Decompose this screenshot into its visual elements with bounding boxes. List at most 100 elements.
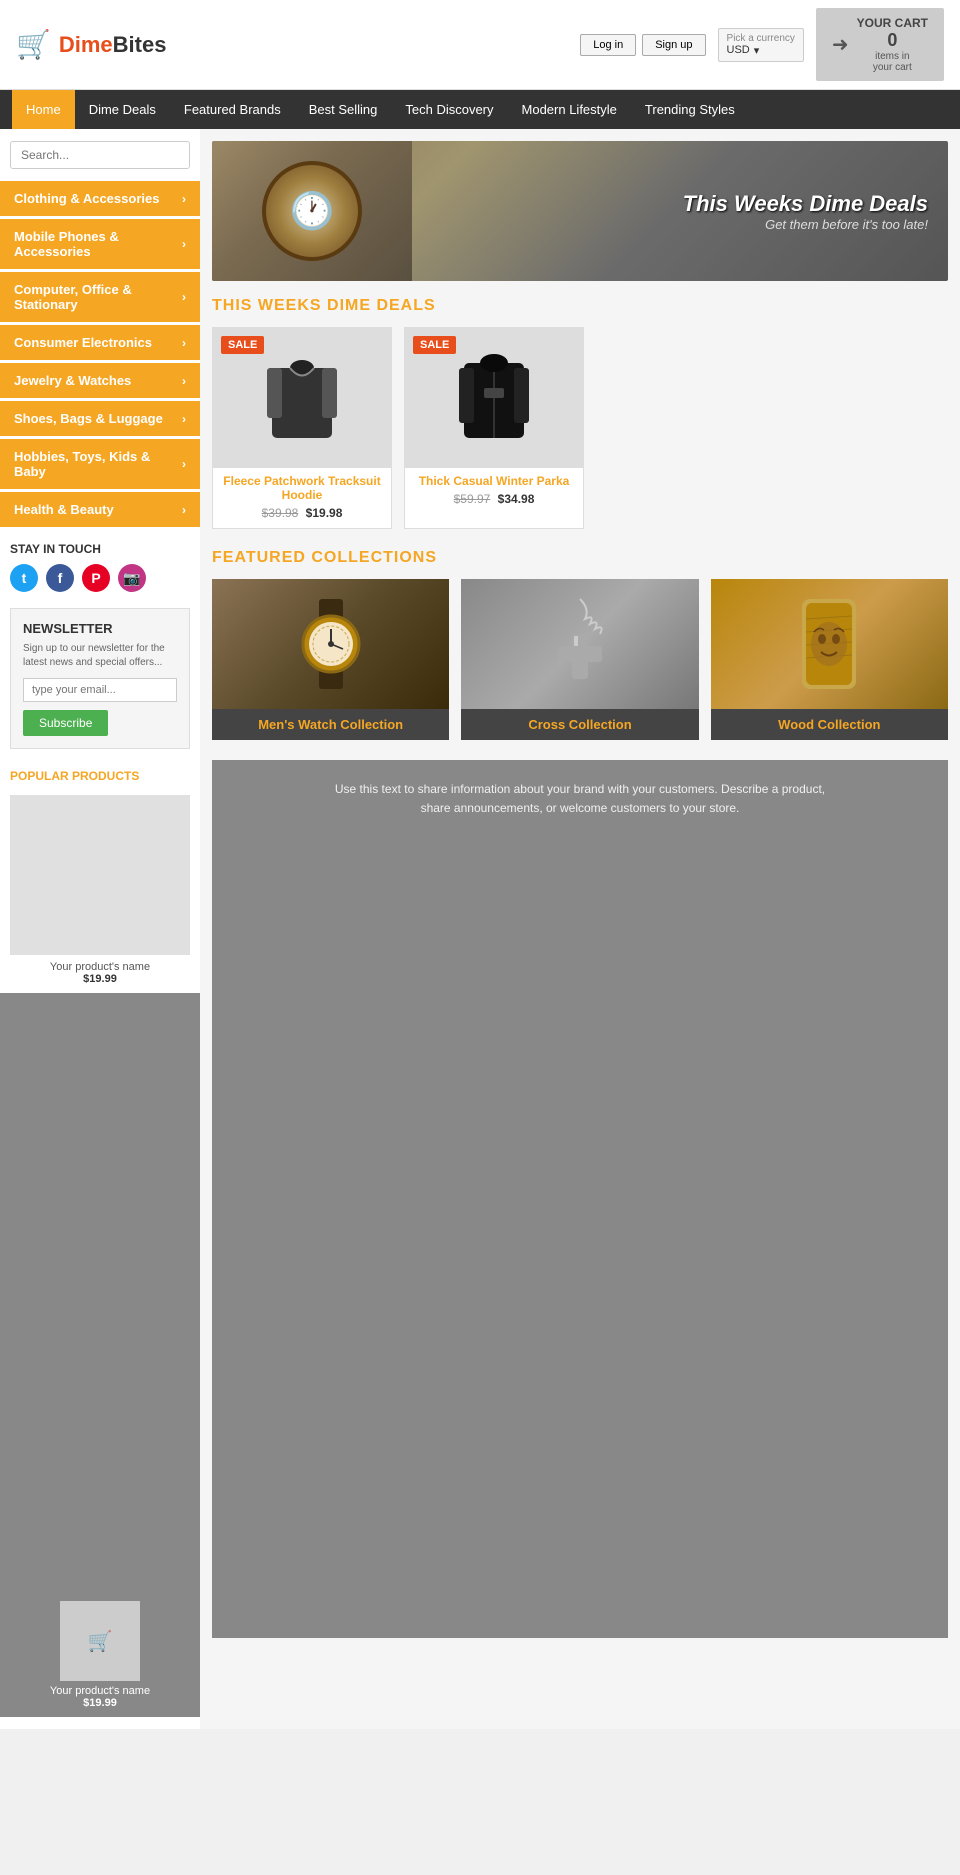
- deal-card-1[interactable]: SALE Fleece Patchwork Tracksuit Hoodie $…: [212, 327, 392, 529]
- social-icons: t f P 📷: [10, 564, 190, 592]
- sidebar-item-label: Computer, Office & Stationary: [14, 282, 182, 312]
- deal-old-price-2: $59.97: [454, 492, 491, 506]
- sidebar-item-label: Consumer Electronics: [14, 335, 152, 350]
- deal-name-2: Thick Casual Winter Parka: [405, 468, 583, 492]
- deals-grid: SALE Fleece Patchwork Tracksuit Hoodie $…: [212, 327, 948, 529]
- deal-new-price-2: $34.98: [498, 492, 535, 506]
- collection-img-watch: [212, 579, 449, 709]
- pinterest-icon[interactable]: P: [82, 564, 110, 592]
- deal-old-price-1: $39.98: [262, 506, 299, 520]
- currency-box[interactable]: Pick a currency USD ▾: [718, 28, 804, 62]
- sidebar-item-electronics[interactable]: Consumer Electronics ›: [0, 325, 200, 360]
- currency-chevron-icon: ▾: [754, 44, 760, 57]
- hero-clock-bg: 🕐: [212, 141, 412, 281]
- collection-card-watch[interactable]: Men's Watch Collection: [212, 579, 449, 740]
- chevron-right-icon: ›: [182, 457, 186, 471]
- stay-in-touch-section: STAY IN TOUCH t f P 📷: [0, 530, 200, 596]
- chevron-right-icon: ›: [182, 374, 186, 388]
- sidebar: Clothing & Accessories › Mobile Phones &…: [0, 129, 200, 1729]
- currency-label: Pick a currency: [727, 33, 795, 44]
- sidebar-item-label: Health & Beauty: [14, 502, 114, 517]
- info-line2: share announcements, or welcome customer…: [232, 799, 928, 818]
- collection-img-cross: [461, 579, 698, 709]
- cart-arrow-icon: ➜: [832, 32, 849, 57]
- sidebar-item-mobile[interactable]: Mobile Phones & Accessories ›: [0, 219, 200, 269]
- product-image-placeholder-1: [10, 795, 190, 955]
- currency-value: USD: [727, 44, 750, 56]
- sidebar-item-computer[interactable]: Computer, Office & Stationary ›: [0, 272, 200, 322]
- currency-select[interactable]: USD ▾: [727, 44, 795, 57]
- chevron-right-icon: ›: [182, 412, 186, 426]
- nav-modern-lifestyle[interactable]: Modern Lifestyle: [508, 90, 631, 129]
- facebook-icon[interactable]: f: [46, 564, 74, 592]
- newsletter-box: NEWSLETTER Sign up to our newsletter for…: [10, 608, 190, 749]
- search-box: [10, 141, 190, 169]
- top-bar: 🛒 DimeBites Log in Sign up Pick a curren…: [0, 0, 960, 90]
- nav-trending-styles[interactable]: Trending Styles: [631, 90, 749, 129]
- sale-badge-1: SALE: [221, 336, 264, 354]
- nav-dime-deals[interactable]: Dime Deals: [75, 90, 170, 129]
- deal-name-1: Fleece Patchwork Tracksuit Hoodie: [213, 468, 391, 506]
- collection-label-watch: Men's Watch Collection: [212, 709, 449, 740]
- sale-badge-2: SALE: [413, 336, 456, 354]
- newsletter-description: Sign up to our newsletter for the latest…: [23, 642, 177, 670]
- nav-tech-discovery[interactable]: Tech Discovery: [391, 90, 507, 129]
- sidebar-item-jewelry[interactable]: Jewelry & Watches ›: [0, 363, 200, 398]
- collections-grid: Men's Watch Collection Cross Collection: [212, 579, 948, 740]
- nav-best-selling[interactable]: Best Selling: [295, 90, 392, 129]
- hero-text: This Weeks Dime Deals Get them before it…: [683, 191, 948, 232]
- subscribe-button[interactable]: Subscribe: [23, 710, 108, 736]
- cart-logo-icon: 🛒: [16, 28, 51, 61]
- deal-prices-1: $39.98 $19.98: [213, 506, 391, 528]
- logo-bites: Bites: [113, 32, 167, 57]
- product-price-1: $19.99: [10, 973, 190, 985]
- search-input[interactable]: [10, 141, 190, 169]
- collection-label-cross: Cross Collection: [461, 709, 698, 740]
- cart-title: YOUR CART: [857, 16, 928, 30]
- content-bottom-placeholder: [212, 838, 948, 1638]
- popular-product-2-area: 🛒 Your product's name $19.99: [0, 1593, 200, 1717]
- newsletter-input[interactable]: [23, 678, 177, 702]
- chevron-right-icon: ›: [182, 237, 186, 251]
- sidebar-item-label: Jewelry & Watches: [14, 373, 131, 388]
- content-area: 🕐 This Weeks Dime Deals Get them before …: [200, 129, 960, 1729]
- sidebar-item-label: Hobbies, Toys, Kids & Baby: [14, 449, 182, 479]
- stay-in-touch-title: STAY IN TOUCH: [10, 542, 190, 556]
- sidebar-scroll-placeholder: [0, 993, 200, 1593]
- logo-area: 🛒 DimeBites: [16, 28, 166, 61]
- twitter-icon[interactable]: t: [10, 564, 38, 592]
- hero-subtitle: Get them before it's too late!: [683, 217, 928, 232]
- sidebar-item-label: Clothing & Accessories: [14, 191, 159, 206]
- deal-card-2[interactable]: SALE Thick Casual Winter Parka $59.97: [404, 327, 584, 529]
- sidebar-item-label: Shoes, Bags & Luggage: [14, 411, 163, 426]
- signup-button[interactable]: Sign up: [642, 34, 705, 56]
- collection-label-wood: Wood Collection: [711, 709, 948, 740]
- sidebar-item-clothing[interactable]: Clothing & Accessories ›: [0, 181, 200, 216]
- instagram-icon[interactable]: 📷: [118, 564, 146, 592]
- sidebar-item-label: Mobile Phones & Accessories: [14, 229, 182, 259]
- chevron-right-icon: ›: [182, 192, 186, 206]
- collection-card-wood[interactable]: Wood Collection: [711, 579, 948, 740]
- site-logo: DimeBites: [59, 32, 167, 58]
- product-name-2: Your product's name: [8, 1685, 192, 1697]
- popular-product-1[interactable]: Your product's name $19.99: [0, 787, 200, 993]
- product-name-1: Your product's name: [10, 961, 190, 973]
- deal-prices-2: $59.97 $34.98: [405, 492, 583, 514]
- newsletter-title: NEWSLETTER: [23, 621, 177, 636]
- info-text-box: Use this text to share information about…: [212, 760, 948, 838]
- info-line1: Use this text to share information about…: [232, 780, 928, 799]
- collection-card-cross[interactable]: Cross Collection: [461, 579, 698, 740]
- cart-box[interactable]: ➜ YOUR CART 0 items in your cart: [816, 8, 944, 81]
- nav-home[interactable]: Home: [12, 90, 75, 129]
- product-price-2: $19.99: [8, 1697, 192, 1709]
- cart-items-text: items in your cart: [857, 51, 928, 73]
- sidebar-item-hobbies[interactable]: Hobbies, Toys, Kids & Baby ›: [0, 439, 200, 489]
- cart-count: 0: [857, 30, 928, 51]
- deal-new-price-1: $19.98: [306, 506, 343, 520]
- chevron-right-icon: ›: [182, 290, 186, 304]
- login-button[interactable]: Log in: [580, 34, 636, 56]
- nav-featured-brands[interactable]: Featured Brands: [170, 90, 295, 129]
- sidebar-item-shoes[interactable]: Shoes, Bags & Luggage ›: [0, 401, 200, 436]
- collection-img-wood: [711, 579, 948, 709]
- sidebar-item-health[interactable]: Health & Beauty ›: [0, 492, 200, 527]
